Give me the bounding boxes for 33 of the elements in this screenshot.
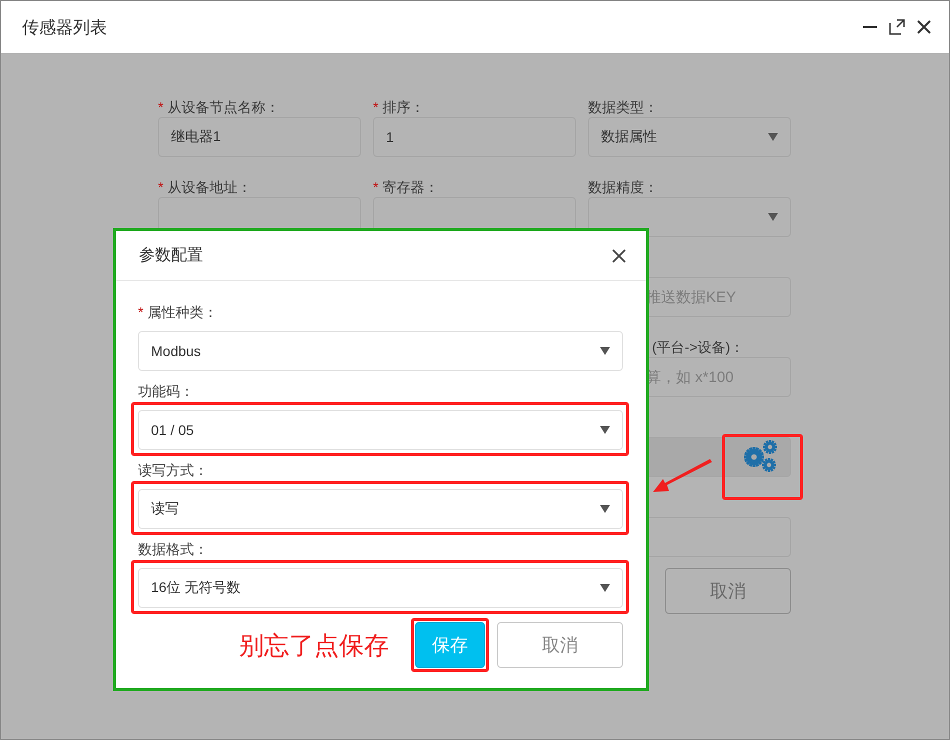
select-field[interactable] xyxy=(588,197,791,237)
maximize-icon[interactable] xyxy=(889,19,905,35)
field-label: * 排序： xyxy=(373,99,424,115)
input-field[interactable]: 1 xyxy=(373,117,576,157)
field-label: * 从设备节点名称： xyxy=(158,99,280,115)
cancel-button[interactable]: 取消 xyxy=(497,622,623,668)
caret-icon xyxy=(600,426,610,434)
field-label: 读写方式： xyxy=(138,461,209,480)
caret-icon xyxy=(600,505,610,513)
caret-icon xyxy=(600,584,610,592)
select-field[interactable]: 01 / 05 xyxy=(138,410,623,450)
caret-icon xyxy=(600,347,610,355)
field-label: 功能码： xyxy=(138,382,195,401)
select-field[interactable]: 16位 无符号数 xyxy=(138,568,623,608)
dialog-title: 参数配置 xyxy=(139,246,203,266)
annotation-text: 别忘了点保存 xyxy=(239,630,389,662)
select-field[interactable]: Modbus xyxy=(138,331,623,371)
select-field[interactable]: 读写 xyxy=(138,489,623,529)
field-label: 数据类型： xyxy=(588,99,658,115)
close-icon[interactable] xyxy=(917,20,931,34)
field-label: * 从设备地址： xyxy=(158,179,252,195)
field-label: (平台->设备)： xyxy=(652,339,744,355)
caret-icon xyxy=(768,213,778,221)
input-field[interactable]: 继电器1 xyxy=(158,117,361,157)
field-label: * 属性种类： xyxy=(138,303,218,322)
field-label: 数据格式： xyxy=(138,540,209,559)
field-label: * 寄存器： xyxy=(373,179,438,195)
close-icon[interactable] xyxy=(612,248,626,262)
arrow-annotation xyxy=(653,459,712,492)
window-title: 传感器列表 xyxy=(22,16,107,38)
select-field[interactable]: 数据属性 xyxy=(588,117,791,157)
field-label: 数据精度： xyxy=(588,179,658,195)
caret-icon xyxy=(768,133,778,141)
